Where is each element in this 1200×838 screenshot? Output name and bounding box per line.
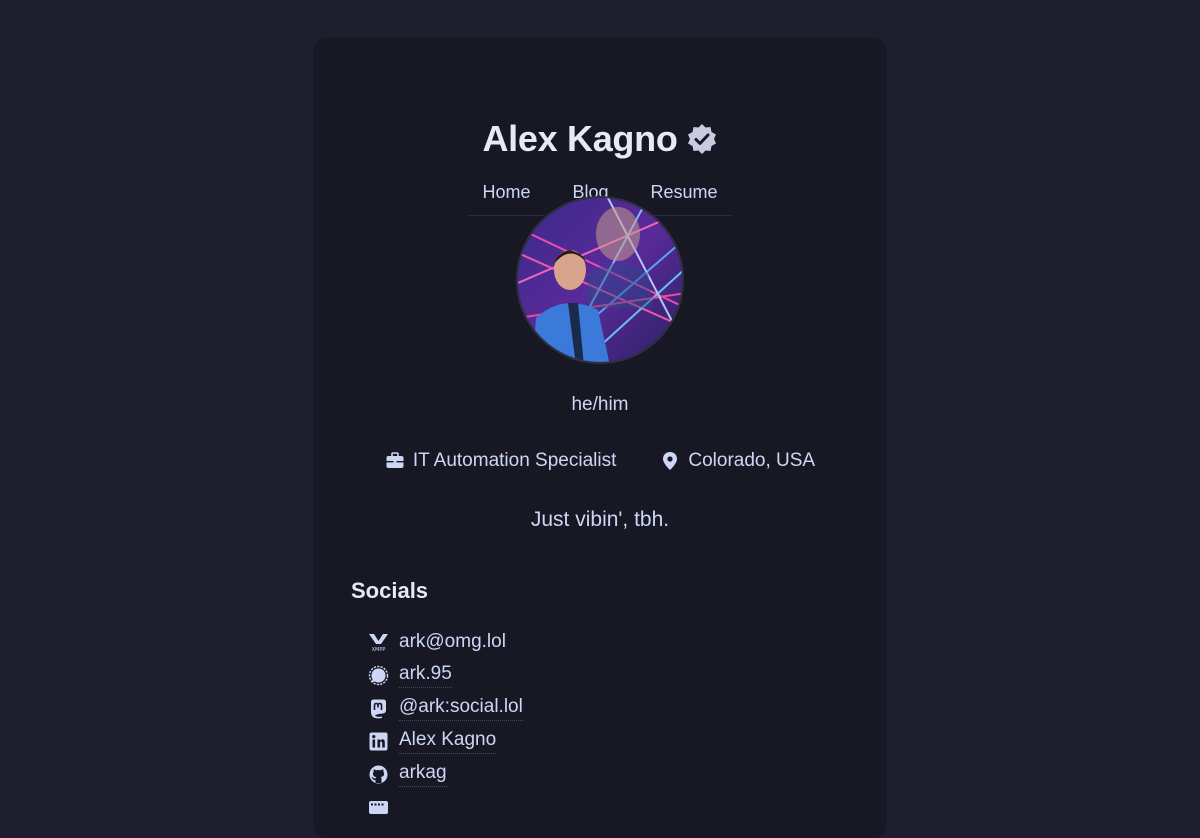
briefcase-icon (386, 452, 404, 468)
mastodon-icon (371, 699, 386, 719)
map-pin-icon (663, 452, 678, 470)
social-item-github[interactable]: arkag (368, 758, 523, 791)
social-link[interactable]: @ark:social.lol (399, 696, 523, 721)
social-item-xmpp: XMPP ark@omg.lol (368, 626, 523, 659)
pronouns: he/him (571, 394, 629, 415)
nav-resume-link[interactable]: Resume (636, 176, 732, 216)
socials-list: XMPP ark@omg.lol ark.95 @ark:social.lol (368, 626, 523, 824)
location: Colorado, USA (660, 450, 815, 472)
social-link[interactable]: Alex Kagno (399, 729, 497, 754)
avatar (516, 196, 684, 364)
social-label: ark@omg.lol (399, 630, 506, 652)
profile-card: Alex Kagno Home Blog Resume he/him IT Au… (313, 38, 887, 838)
profile-name: Alex Kagno (482, 118, 678, 159)
location-text: Colorado, USA (688, 450, 816, 471)
name-row: Alex Kagno (313, 118, 887, 160)
signal-icon (368, 665, 389, 686)
social-link[interactable]: ark.95 (399, 663, 452, 688)
social-item-linkedin[interactable]: Alex Kagno (368, 725, 523, 758)
social-item-partial (368, 791, 523, 824)
nav-home-link[interactable]: Home (468, 176, 545, 216)
linkedin-icon (369, 732, 388, 751)
social-item-signal[interactable]: ark.95 (368, 659, 523, 692)
social-item-mastodon[interactable]: @ark:social.lol (368, 692, 523, 725)
svg-text:XMPP: XMPP (372, 647, 386, 653)
bio: Just vibin', tbh. (530, 508, 670, 531)
occupation-text: IT Automation Specialist (412, 450, 617, 471)
socials-heading: Socials (351, 578, 429, 603)
keyboard-icon (369, 801, 388, 814)
social-link[interactable]: arkag (399, 762, 447, 787)
profile-meta: IT Automation Specialist Colorado, USA (313, 450, 887, 472)
occupation: IT Automation Specialist (385, 450, 616, 472)
avatar-image (518, 198, 682, 362)
github-icon (369, 765, 388, 784)
xmpp-icon: XMPP (369, 634, 388, 653)
verified-badge-icon (687, 124, 716, 154)
